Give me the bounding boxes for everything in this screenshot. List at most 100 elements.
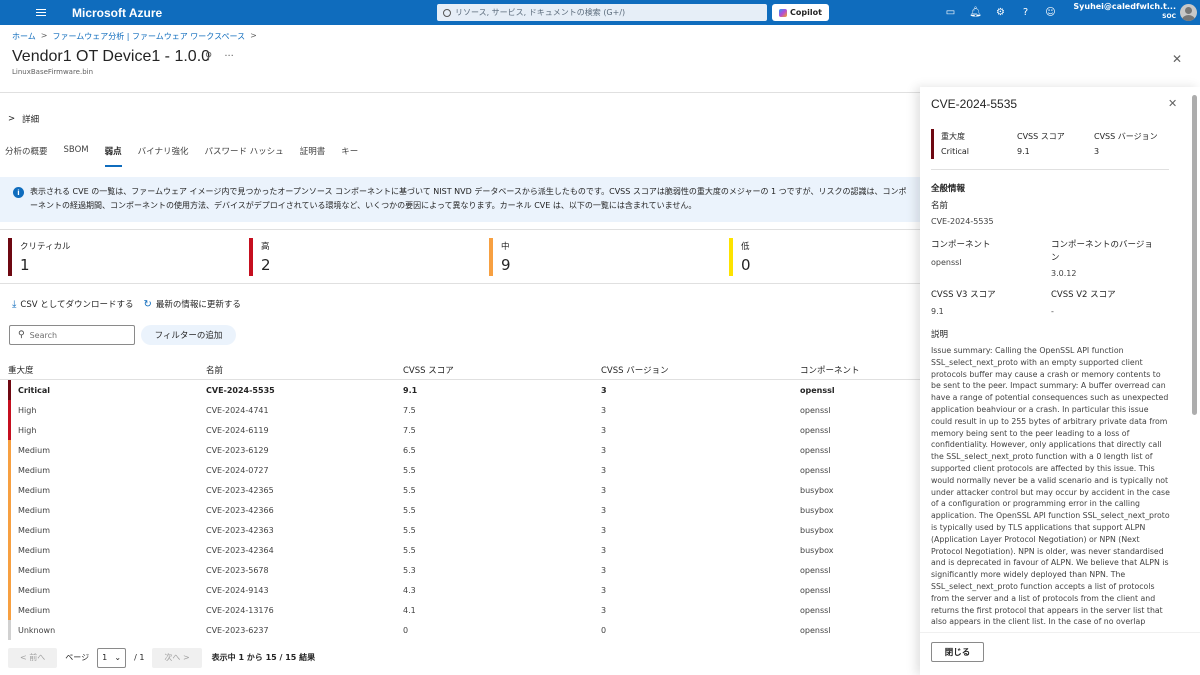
refresh-button[interactable]: ↻ 最新の情報に更新する	[144, 298, 241, 311]
cell-severity: High	[18, 426, 37, 435]
details-expander[interactable]: > 詳細	[8, 113, 39, 125]
table-row[interactable]: Unknown CVE-2023-6237 0 0 openssl	[0, 620, 920, 640]
cell-name: CVE-2023-5678	[206, 566, 269, 575]
cell-score: 5.5	[403, 506, 416, 515]
cell-version: 3	[601, 466, 607, 475]
severity-indicator	[8, 520, 11, 540]
col-severity-header[interactable]: 重大度	[8, 364, 34, 376]
cell-component: openssl	[800, 466, 831, 475]
cell-severity: High	[18, 406, 37, 415]
table-row[interactable]: Medium CVE-2023-6129 6.5 3 openssl	[0, 440, 920, 460]
table-row[interactable]: High CVE-2024-6119 7.5 3 openssl	[0, 420, 920, 440]
cve-detail-panel: CVE-2024-5535 ✕ 重大度 Critical CVSS スコア 9.…	[920, 87, 1200, 675]
cell-version: 3	[601, 606, 607, 615]
cell-component: openssl	[800, 586, 831, 595]
severity-bar	[931, 129, 934, 159]
table-row[interactable]: Medium CVE-2023-42365 5.5 3 busybox	[0, 480, 920, 500]
panel-title: CVE-2024-5535	[931, 97, 1018, 111]
col-component-header[interactable]: コンポーネント	[800, 364, 860, 376]
cell-name: CVE-2023-42365	[206, 486, 274, 495]
tab-binary-hardening[interactable]: バイナリ強化	[138, 145, 189, 167]
close-button[interactable]: 閉じる	[931, 642, 984, 662]
table-row[interactable]: High CVE-2024-4741 7.5 3 openssl	[0, 400, 920, 420]
table-row[interactable]: Medium CVE-2023-5678 5.3 3 openssl	[0, 560, 920, 580]
severity-card-critical: クリティカル 1	[8, 238, 71, 276]
tab-overview[interactable]: 分析の概要	[5, 145, 48, 167]
avatar[interactable]	[1180, 4, 1197, 21]
panel-scrollbar[interactable]	[1192, 95, 1197, 415]
close-page-icon[interactable]: ✕	[1172, 52, 1182, 66]
severity-bar	[8, 238, 12, 276]
download-label: CSV としてダウンロードする	[20, 300, 134, 310]
next-page-button[interactable]: 次へ >	[152, 647, 202, 668]
description-text: Issue summary: Calling the OpenSSL API f…	[931, 346, 1170, 627]
cell-component: openssl	[800, 426, 831, 435]
breadcrumb: ホーム > ファームウェア分析 | ファームウェア ワークスペース >	[12, 31, 257, 42]
table-row[interactable]: Medium CVE-2023-42363 5.5 3 busybox	[0, 520, 920, 540]
cell-severity: Medium	[18, 466, 50, 475]
cell-name: CVE-2023-6129	[206, 446, 269, 455]
table-row[interactable]: Medium CVE-2024-9143 4.3 3 openssl	[0, 580, 920, 600]
add-filter-button[interactable]: フィルターの追加	[141, 325, 236, 345]
feedback-icon[interactable]: ☺	[1043, 5, 1058, 20]
col-name-header[interactable]: 名前	[206, 364, 223, 376]
cell-version: 3	[601, 526, 607, 535]
user-tenant: SOC	[1162, 13, 1176, 20]
more-icon[interactable]: ···	[224, 51, 234, 62]
cell-score: 5.5	[403, 486, 416, 495]
severity-count: 9	[501, 256, 511, 274]
breadcrumb-home[interactable]: ホーム	[12, 31, 36, 42]
tab-weaknesses[interactable]: 弱点	[104, 145, 122, 167]
download-csv-button[interactable]: ⤓ CSV としてダウンロードする	[12, 298, 134, 311]
gear-icon[interactable]: ⚙	[993, 5, 1008, 20]
help-icon[interactable]: ?	[1018, 5, 1033, 20]
severity-indicator	[8, 600, 11, 620]
bell-icon[interactable]: 🔔︎	[968, 5, 983, 20]
chevron-down-icon: ⌄	[114, 653, 122, 662]
cvss-v2-label: CVSS V2 スコア	[1051, 290, 1116, 300]
col-version-header[interactable]: CVSS バージョン	[601, 364, 669, 376]
page-select[interactable]: 1 ⌄	[97, 647, 127, 668]
copilot-label: Copilot	[790, 8, 822, 17]
name-label: 名前	[931, 201, 949, 211]
cell-component: openssl	[800, 626, 831, 635]
panel-version-label: CVSS バージョン	[1094, 132, 1158, 141]
col-score-header[interactable]: CVSS スコア	[403, 364, 454, 376]
global-search-input[interactable]: リソース, サービス, ドキュメントの検索 (G+/)	[437, 4, 767, 21]
table-row[interactable]: Medium CVE-2024-0727 5.5 3 openssl	[0, 460, 920, 480]
severity-label: 高	[261, 242, 270, 252]
table-body: Critical CVE-2024-5535 9.1 3 openssl High CVE-…	[0, 380, 920, 640]
table-row[interactable]: Critical CVE-2024-5535 9.1 3 openssl	[0, 380, 920, 400]
tab-sbom[interactable]: SBOM	[64, 145, 89, 167]
table-row[interactable]: Medium CVE-2024-13176 4.1 3 openssl	[0, 600, 920, 620]
breadcrumb-workspace[interactable]: ファームウェア分析 | ファームウェア ワークスペース	[52, 31, 245, 42]
search-placeholder: Search	[29, 330, 58, 340]
cell-name: CVE-2023-42363	[206, 526, 274, 535]
cell-version: 0	[601, 626, 607, 635]
general-info-heading: 全般情報	[931, 184, 966, 194]
refresh-label: 最新の情報に更新する	[155, 300, 241, 310]
prev-page-button[interactable]: < 前へ	[8, 647, 58, 668]
pin-icon[interactable]: ⚲	[205, 51, 212, 62]
user-account[interactable]: Syuhei@caledfwlch.t... SOC	[1073, 2, 1176, 22]
search-input[interactable]: ⚲ Search	[9, 325, 135, 345]
menu-icon[interactable]	[36, 0, 56, 25]
cell-name: CVE-2024-13176	[206, 606, 274, 615]
cell-component: openssl	[800, 406, 831, 415]
copilot-button[interactable]: Copilot	[772, 4, 829, 21]
severity-indicator	[8, 460, 11, 480]
cloud-shell-icon[interactable]: ▭	[943, 5, 958, 20]
chevron-right-icon: >	[250, 31, 257, 40]
brand-title[interactable]: Microsoft Azure	[72, 6, 162, 20]
details-label: 詳細	[22, 115, 40, 125]
table-row[interactable]: Medium CVE-2023-42364 5.5 3 busybox	[0, 540, 920, 560]
severity-count: 2	[261, 256, 271, 274]
table-row[interactable]: Medium CVE-2023-42366 5.5 3 busybox	[0, 500, 920, 520]
pagination: < 前へ ページ 1 ⌄ / 1 次へ > 表示中 1 から 15 / 15 結…	[0, 640, 920, 675]
action-bar: ⤓ CSV としてダウンロードする ↻ 最新の情報に更新する	[12, 298, 241, 311]
tab-keys[interactable]: キー	[341, 145, 358, 167]
tab-password-hashes[interactable]: パスワード ハッシュ	[204, 145, 283, 167]
close-icon[interactable]: ✕	[1168, 97, 1177, 110]
tab-certificates[interactable]: 証明書	[300, 145, 326, 167]
tab-bar: 分析の概要 SBOM 弱点 バイナリ強化 パスワード ハッシュ 証明書 キー	[5, 145, 358, 167]
